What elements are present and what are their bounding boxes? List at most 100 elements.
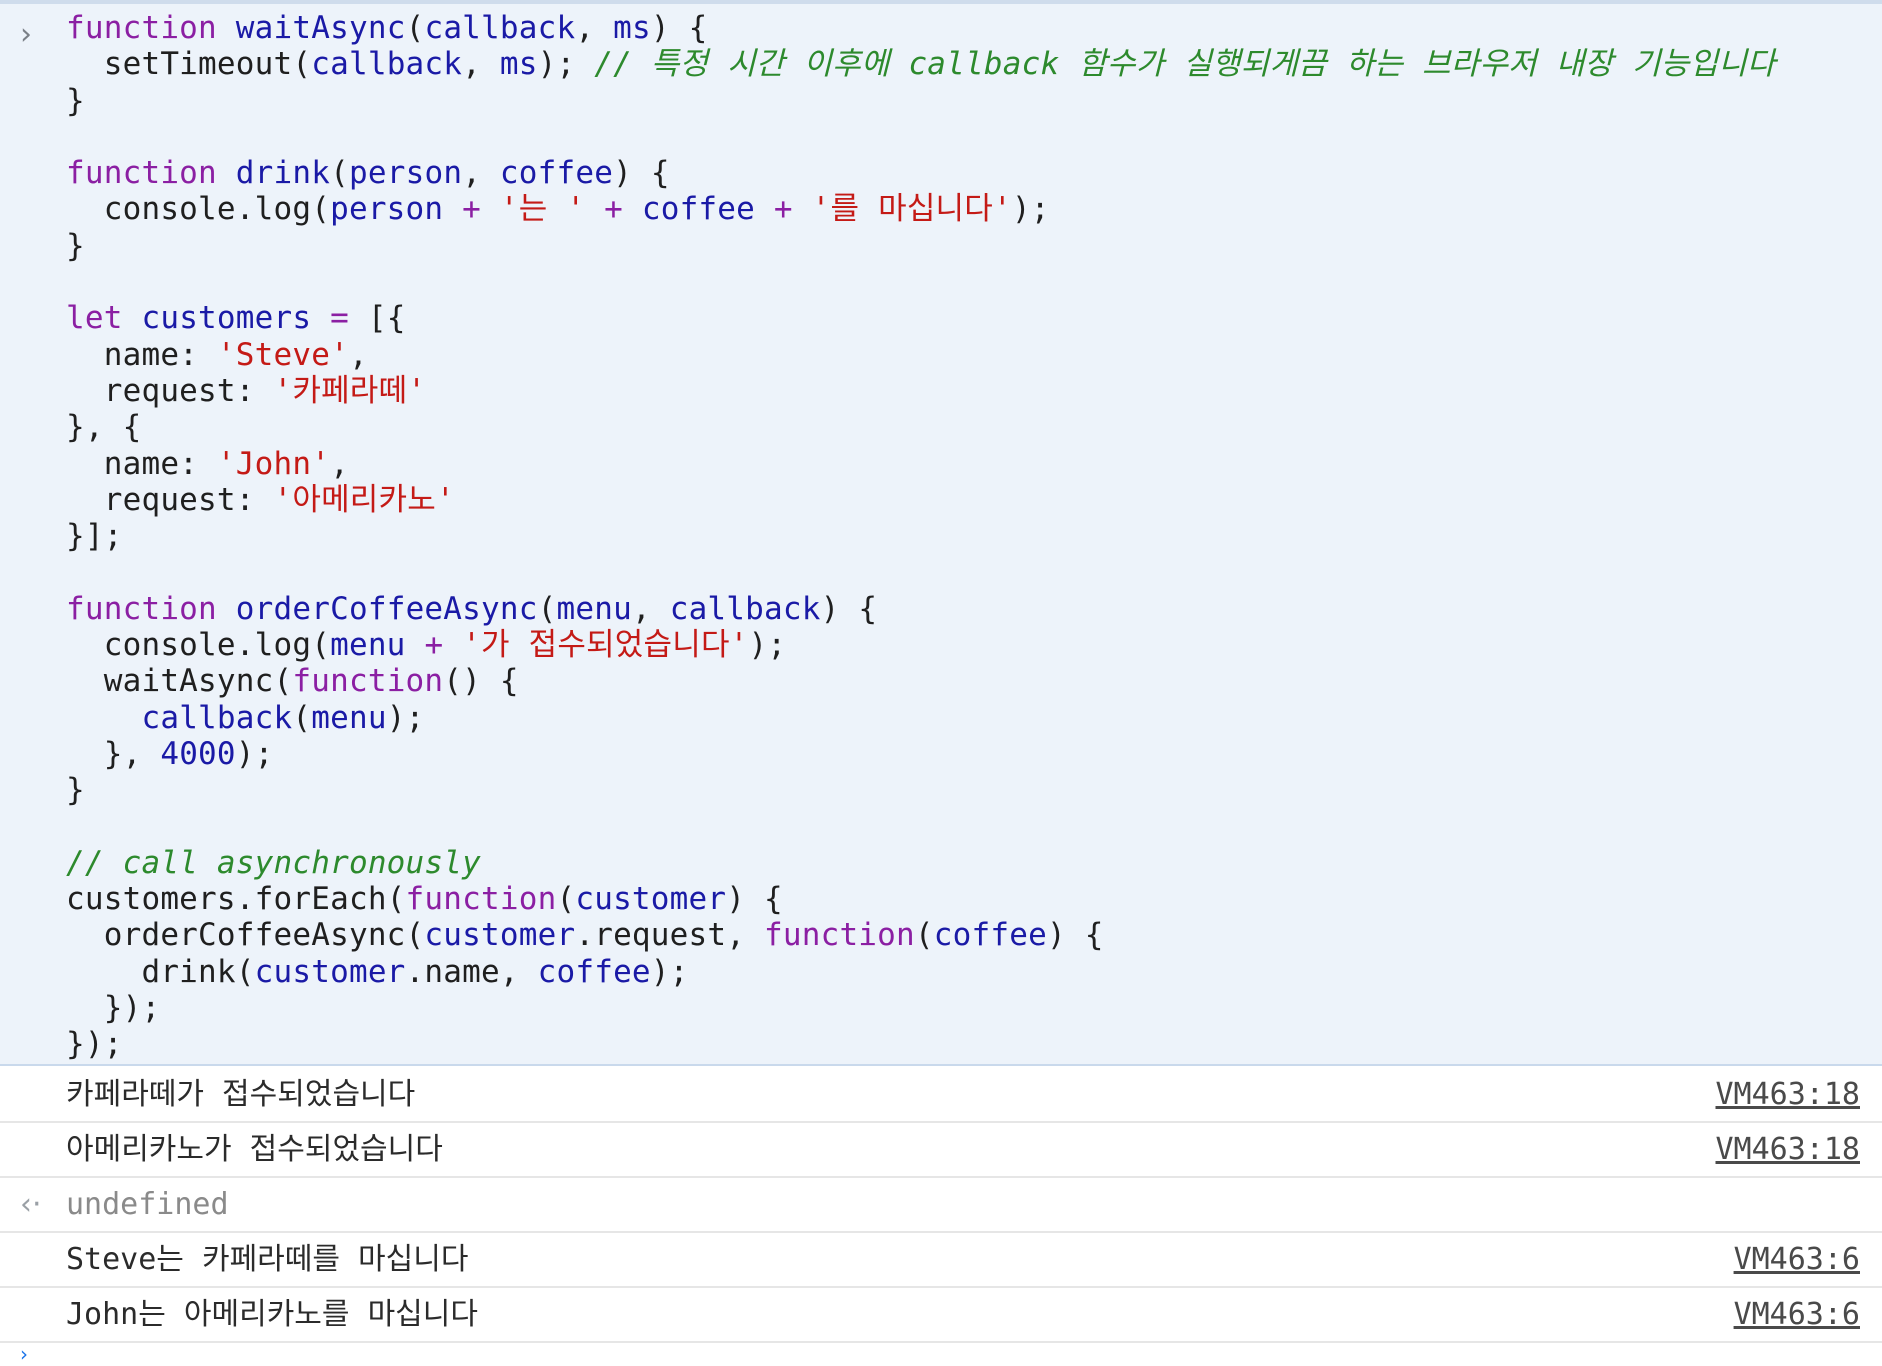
code-token: , [631, 590, 670, 627]
code-token: customers [141, 300, 312, 337]
code-token: , [330, 445, 349, 482]
code-token: ) { [820, 590, 878, 627]
code-token: }, [66, 735, 161, 772]
code-token: drink( [66, 953, 255, 990]
code-line: callback(menu); [66, 700, 1776, 736]
code-line: waitAsync(function() { [66, 663, 1776, 699]
code-token: coffee [641, 191, 756, 228]
console-input-entry[interactable]: › function waitAsync(callback, ms) { set… [0, 4, 1882, 1066]
code-token: menu [311, 699, 387, 736]
code-line: function drink(person, coffee) { [66, 155, 1776, 191]
code-line: }); [66, 1026, 1776, 1062]
code-token: }, { [66, 409, 142, 446]
code-token: , [348, 336, 368, 373]
source-link[interactable]: VM463:18 [1716, 1078, 1861, 1112]
code-line: customers.forEach(function(customer) { [66, 881, 1776, 917]
code-token: = [330, 300, 349, 337]
source-link[interactable]: VM463:6 [1734, 1298, 1860, 1332]
code-token: person [349, 155, 463, 192]
code-token: }]; [66, 518, 123, 555]
code-token: customer [575, 881, 727, 918]
code-line: function waitAsync(callback, ms) { [66, 10, 1776, 46]
code-line: request: '아메리카노' [66, 482, 1776, 518]
console-log-row: John는 아메리카노를 마십니다 VM463:6 [0, 1288, 1882, 1343]
code-token: callback [141, 699, 293, 736]
console-log-row: 카페라떼가 접수되었습니다 VM463:18 [0, 1068, 1882, 1123]
code-token: ( [405, 10, 425, 46]
code-block[interactable]: function waitAsync(callback, ms) { setTi… [66, 10, 1776, 1063]
log-message: 아메리카노가 접수되었습니다 [66, 1132, 443, 1167]
code-token: drink [235, 155, 331, 192]
code-token: + [462, 191, 482, 228]
code-line: }); [66, 990, 1776, 1026]
code-token: coffee [933, 917, 1047, 954]
code-token: '아메리카노' [273, 481, 455, 518]
code-line: function orderCoffeeAsync(menu, callback… [66, 591, 1776, 627]
code-token: , [462, 155, 500, 192]
code-token: coffee [537, 953, 651, 990]
chevron-right-icon[interactable]: › [20, 1344, 34, 1364]
log-message: John는 아메리카노를 마십니다 [66, 1297, 478, 1332]
code-token: request: [66, 372, 274, 409]
code-token: function [66, 155, 217, 192]
code-token: }); [66, 990, 161, 1027]
code-token: ); [537, 46, 595, 83]
console-return-row: ‹· undefined [0, 1178, 1882, 1233]
code-token: ); [235, 735, 274, 772]
code-line: } [66, 772, 1776, 808]
code-token: [{ [349, 300, 406, 337]
code-token: function [66, 590, 217, 627]
code-token: .name, [405, 953, 538, 990]
code-token: ); [748, 627, 787, 664]
code-token: () { [443, 663, 519, 700]
code-token: 'John' [216, 445, 331, 482]
code-line: }, { [66, 409, 1776, 445]
code-token: '는 ' [499, 191, 586, 228]
code-line: name: 'John', [66, 446, 1776, 482]
code-token: orderCoffeeAsync( [66, 917, 425, 954]
code-line: orderCoffeeAsync(customer.request, funct… [66, 917, 1776, 953]
code-token: ( [292, 699, 312, 736]
code-line: } [66, 83, 1776, 119]
code-line: // call asynchronously [66, 845, 1776, 881]
code-line: drink(customer.name, coffee); [66, 954, 1776, 990]
code-token: } [66, 772, 85, 809]
code-token: .request, [575, 917, 764, 954]
code-token: ); [650, 953, 689, 990]
code-token: console.log( [66, 191, 331, 228]
console-log-row: 아메리카노가 접수되었습니다 VM463:18 [0, 1123, 1882, 1178]
code-token: name: [66, 445, 217, 482]
code-token: name: [66, 336, 217, 373]
code-token: // 특정 시간 이후에 callback 함수가 실행되게끔 하는 브라우저 … [594, 46, 1776, 83]
code-line: }]; [66, 518, 1776, 554]
code-token: ms [613, 10, 651, 46]
code-token: function [763, 917, 915, 954]
code-line: console.log(person + '는 ' + coffee + '를 … [66, 191, 1776, 227]
code-token: menu [556, 590, 632, 627]
source-link[interactable]: VM463:6 [1734, 1243, 1860, 1277]
code-token: request: [66, 481, 274, 518]
source-link[interactable]: VM463:18 [1716, 1133, 1861, 1167]
code-line: }, 4000); [66, 736, 1776, 772]
code-line: setTimeout(callback, ms); // 특정 시간 이후에 c… [66, 46, 1776, 82]
code-token: } [66, 82, 85, 119]
chevron-right-icon: › [20, 17, 32, 52]
code-token: ); [386, 699, 425, 736]
code-token: ) { [650, 10, 708, 46]
code-token: orderCoffeeAsync [235, 590, 538, 627]
code-token: menu [330, 627, 406, 664]
code-token: '를 마십니다' [811, 191, 1012, 228]
